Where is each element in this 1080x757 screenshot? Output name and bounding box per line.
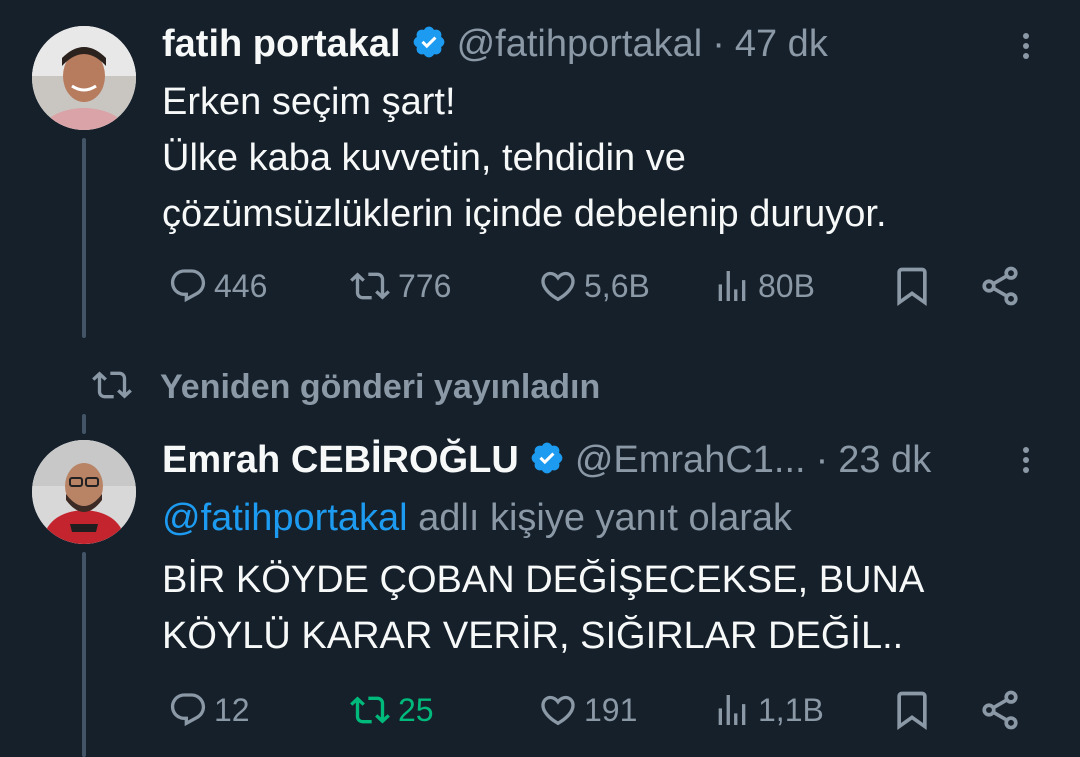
repost-icon — [348, 690, 392, 730]
heart-icon — [538, 690, 578, 730]
avatar-photo — [32, 440, 136, 544]
analytics-icon — [712, 266, 752, 306]
tweet-text-line: KÖYLÜ KARAR VERİR, SIĞIRLAR DEĞİL.. — [162, 615, 904, 657]
repost-icon — [348, 266, 392, 306]
bookmark-icon — [897, 691, 927, 731]
reply-button[interactable]: 446 — [168, 266, 267, 306]
thread-line-top — [82, 414, 86, 434]
like-count: 191 — [584, 691, 638, 728]
share-button[interactable] — [978, 264, 1022, 313]
action-bar: 446 776 5,6B 80B — [168, 264, 1028, 310]
separator-dot: · — [712, 22, 725, 65]
like-count: 5,6B — [584, 267, 650, 304]
tweet-text-line: çözümsüzlüklerin içinde debelenip duruyo… — [162, 193, 887, 235]
repost-count: 776 — [398, 267, 452, 304]
view-count: 1,1B — [758, 691, 824, 728]
views-button[interactable]: 80B — [712, 266, 815, 306]
view-count: 80B — [758, 267, 815, 304]
tweet-1[interactable]: fatih portakal @fatihportakal · 47 dk Er… — [0, 0, 1080, 350]
repost-label: Yeniden gönderi yayınladın — [160, 367, 601, 406]
tweet-text-line: Erken seçim şart! — [162, 81, 456, 123]
timestamp[interactable]: 23 dk — [838, 439, 931, 482]
repost-indicator-icon — [90, 365, 134, 410]
like-button[interactable]: 191 — [538, 690, 637, 730]
reply-count: 12 — [214, 691, 250, 728]
author-name[interactable]: fatih portakal — [162, 23, 401, 66]
bookmark-button[interactable] — [890, 688, 934, 737]
author-handle[interactable]: @EmrahC1... — [575, 439, 806, 482]
repost-button[interactable]: 776 — [348, 266, 451, 306]
tweet-header: Emrah CEBİROĞLU @EmrahC1... · 23 dk — [162, 436, 1002, 484]
tweet-header: fatih portakal @fatihportakal · 47 dk — [162, 20, 1042, 68]
avatar[interactable] — [32, 440, 136, 544]
reply-count: 446 — [214, 267, 268, 304]
thread-line — [82, 138, 86, 338]
reply-to-link[interactable]: @fatihportakal — [162, 497, 408, 539]
avatar-photo — [32, 26, 136, 130]
tweet-2[interactable]: Emrah CEBİROĞLU @EmrahC1... · 23 dk @fat… — [0, 412, 1080, 757]
share-button[interactable] — [978, 688, 1022, 737]
reply-icon — [168, 266, 208, 306]
share-icon — [982, 266, 1018, 306]
reply-to-text: adlı kişiye yanıt olarak — [407, 497, 792, 539]
bookmark-icon — [897, 267, 927, 307]
heart-icon — [538, 266, 578, 306]
thread-line — [82, 552, 86, 757]
author-name[interactable]: Emrah CEBİROĞLU — [162, 439, 519, 482]
like-button[interactable]: 5,6B — [538, 266, 650, 306]
views-button[interactable]: 1,1B — [712, 690, 824, 730]
repost-context[interactable]: Yeniden gönderi yayınladın — [90, 364, 600, 410]
share-icon — [982, 690, 1018, 730]
repost-count: 25 — [398, 691, 434, 728]
verified-badge-icon[interactable] — [411, 24, 447, 65]
reply-context: @fatihportakal adlı kişiye yanıt olarak — [162, 490, 1042, 546]
timestamp[interactable]: 47 dk — [735, 23, 828, 66]
author-handle[interactable]: @fatihportakal — [457, 23, 703, 66]
more-options-icon[interactable] — [1014, 28, 1038, 69]
verified-badge-icon[interactable] — [529, 440, 565, 481]
reply-icon — [168, 690, 208, 730]
action-bar: 12 25 191 1,1B — [168, 688, 1028, 734]
analytics-icon — [712, 690, 752, 730]
bookmark-button[interactable] — [890, 264, 934, 313]
separator-dot: · — [815, 438, 829, 481]
reply-button[interactable]: 12 — [168, 690, 250, 730]
avatar[interactable] — [32, 26, 136, 130]
tweet-text: Erken seçim şart! Ülke kaba kuvvetin, te… — [162, 74, 1042, 242]
repost-button-active[interactable]: 25 — [348, 690, 434, 730]
tweet-text-line: BİR KÖYDE ÇOBAN DEĞİŞECEKSE, BUNA — [162, 559, 925, 601]
tweet-text: BİR KÖYDE ÇOBAN DEĞİŞECEKSE, BUNA KÖYLÜ … — [162, 552, 1042, 664]
tweet-text-line: Ülke kaba kuvvetin, tehdidin ve — [162, 137, 686, 179]
more-options-icon[interactable] — [1014, 442, 1038, 483]
